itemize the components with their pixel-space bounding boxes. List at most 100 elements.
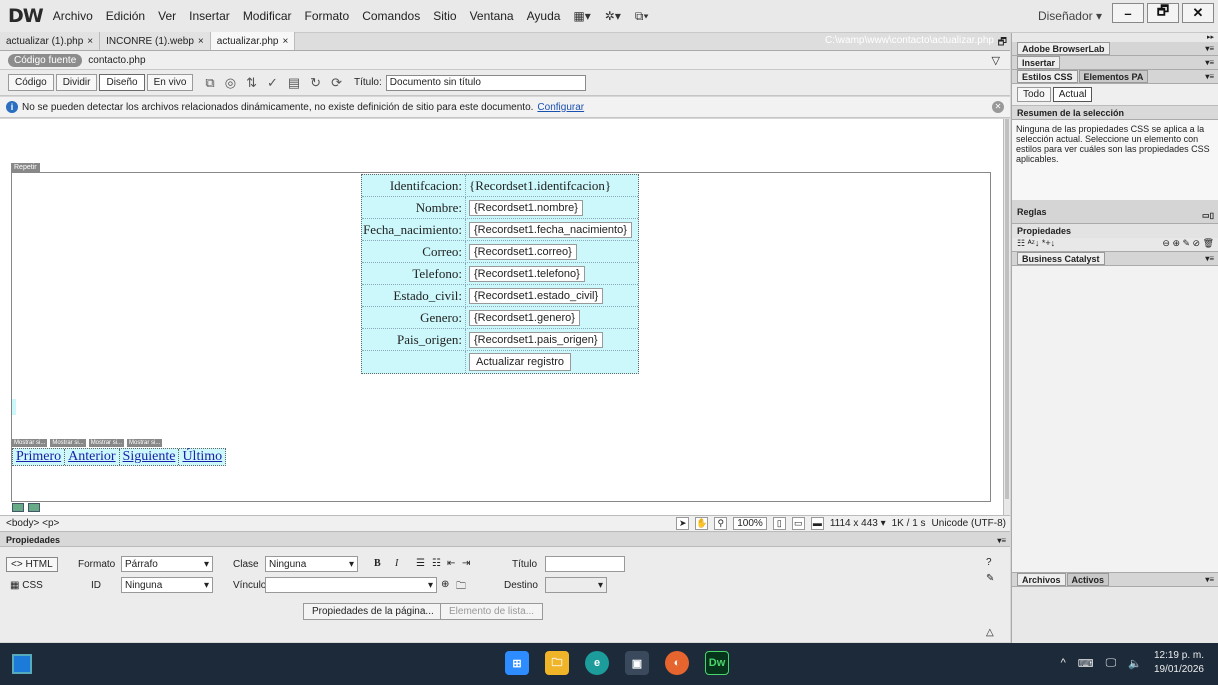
class-select[interactable]: Ninguna ▾ [265,556,358,572]
close-icon[interactable]: × [198,36,204,47]
file-explorer-icon[interactable]: 🗀 [545,651,569,675]
split-view-button[interactable]: Dividir [55,74,98,91]
point-to-file-icon[interactable]: ⊕ [441,579,449,590]
volume-icon[interactable]: 🔈 [1128,657,1142,670]
refresh-icon[interactable]: ⟳ [331,75,342,91]
menu-edicion[interactable]: Edición [106,9,145,23]
minimize-button[interactable]: – [1112,3,1144,23]
hand-tool-icon[interactable]: ✋ [695,517,709,530]
current-mode-button[interactable]: Actual [1052,87,1093,102]
close-icon[interactable]: × [87,36,93,47]
workspace-switcher[interactable]: Diseñador ▾ [1038,9,1102,23]
panel-menu-icon[interactable]: ▾≡ [1205,70,1214,84]
tab-css-styles[interactable]: Estilos CSS [1017,70,1078,83]
link-input[interactable]: ▾ [265,577,437,593]
code-view-button[interactable]: Código [8,74,54,91]
panel-menu-icon[interactable]: ▾≡ [1205,42,1214,56]
store-icon[interactable]: ▣ [625,651,649,675]
set-properties-icon[interactable]: *+↓ [1042,238,1055,248]
firefox-icon[interactable]: ◐ [665,651,689,675]
expand-icon[interactable]: △ [986,627,994,638]
tab-actualizar-1[interactable]: actualizar (1).php × [0,32,101,50]
file-management-icon[interactable]: ⇅ [246,75,257,91]
panel-menu-icon[interactable]: ▾≡ [1205,573,1214,587]
mobile-size-icon[interactable]: ▯ [772,517,786,530]
multiscreen-icon[interactable]: ⧉ [205,75,214,91]
live-view-button[interactable]: En vivo [146,74,194,91]
css-mode-button[interactable]: ▦ CSS [6,579,47,592]
menu-sitio[interactable]: Sitio [433,9,456,23]
correo-field[interactable]: {Recordset1.correo} [469,243,577,260]
tablet-size-icon[interactable]: ▭ [791,517,805,530]
list-item-button[interactable]: Elemento de lista... [440,603,544,620]
tab-actualizar[interactable]: actualizar.php × [210,32,296,50]
category-view-icon[interactable]: ☷ [1017,238,1025,248]
site-menu-icon[interactable]: ⧉▾ [635,9,649,24]
nombre-field[interactable]: {Recordset1.nombre} [469,199,583,216]
tag-selector[interactable]: <body> <p> [6,518,59,529]
tab-files[interactable]: Archivos [1017,573,1066,586]
panel-menu-icon[interactable]: ▾≡ [1205,56,1214,70]
tab-assets[interactable]: Activos [1066,573,1110,586]
italic-button[interactable]: I [395,558,398,569]
first-link[interactable]: Primero [13,449,66,465]
zoom-tool-icon[interactable]: ⚲ [714,517,728,530]
title-input[interactable]: Documento sin título [385,74,586,91]
collapse-icon[interactable]: ▸▸ [1012,33,1218,42]
design-scrollbar[interactable] [1004,119,1010,515]
zoom-select[interactable]: 100% [733,517,767,530]
format-select[interactable]: Párrafo ▾ [121,556,213,572]
desktop-size-icon[interactable]: ▬ [810,517,824,530]
estado-civil-field[interactable]: {Recordset1.estado_civil} [469,287,604,304]
layout-menu-icon[interactable]: ▦▾ [573,9,590,23]
telefono-field[interactable]: {Recordset1.telefono} [469,265,585,282]
business-catalyst-panel[interactable]: Business Catalyst ▾≡ [1012,252,1218,266]
design-view-button[interactable]: Diseño [99,74,145,91]
design-view[interactable]: Repetir Identifcacion: {Recordset1.ident… [0,119,1004,515]
menu-ayuda[interactable]: Ayuda [527,9,561,23]
update-record-button[interactable]: Actualizar registro [469,353,572,371]
tab-inconre[interactable]: INCONRE (1).webp × [100,32,211,50]
bold-button[interactable]: B [374,558,381,569]
panel-menu-icon[interactable]: ▾≡ [997,534,1006,548]
preview-browser-icon[interactable]: ◎ [225,75,236,91]
menu-ventana[interactable]: Ventana [470,9,514,23]
target-select[interactable]: ▾ [545,577,607,593]
panel-menu-icon[interactable]: ▾≡ [1205,252,1214,266]
chevron-up-icon[interactable]: ^ [1061,657,1066,669]
visual-aids-icon[interactable]: ▤ [288,75,300,91]
hidden-field-icon[interactable] [28,503,40,512]
start-icon[interactable]: ⊞ [505,651,529,675]
ordered-list-icon[interactable]: ☷ [432,558,441,569]
restore-button[interactable]: 🗗 [1147,3,1179,23]
menu-modificar[interactable]: Modificar [243,9,292,23]
window-size[interactable]: 1114 x 443 ▾ [830,518,886,529]
pais-origen-field[interactable]: {Recordset1.pais_origen} [469,331,603,348]
related-file-contacto[interactable]: contacto.php [88,55,145,66]
outdent-icon[interactable]: ⇤ [447,558,455,569]
help-icon[interactable]: ? [986,557,992,568]
browse-folder-icon[interactable]: 🗀 [456,579,466,596]
browserlab-panel[interactable]: Adobe BrowserLab ▾≡ [1012,42,1218,56]
refresh-design-icon[interactable]: ↻ [310,75,321,91]
css-actions-icons[interactable]: ⊖ ⊕ ✎ ⊘ 🗑 [1162,238,1214,249]
clock[interactable]: 12:19 p. m. 19/01/2026 [1154,649,1204,677]
keyboard-icon[interactable]: ⌨ [1078,657,1094,670]
restore-document-icon[interactable]: 🗗 [998,35,1007,52]
source-code-button[interactable]: Código fuente [8,53,83,67]
page-properties-button[interactable]: Propiedades de la página... [303,603,443,620]
html-mode-button[interactable]: <> HTML [6,557,58,572]
fecha-nacimiento-field[interactable]: {Recordset1.fecha_nacimiento} [469,221,632,238]
indent-icon[interactable]: ⇥ [462,558,470,569]
id-select[interactable]: Ninguna ▾ [121,577,213,593]
sort-az-icon[interactable]: ᴬᶻ↓ [1028,238,1040,248]
menu-insertar[interactable]: Insertar [189,9,230,23]
next-link[interactable]: Siguiente [120,449,180,465]
dreamweaver-app-icon[interactable]: Dw [705,651,729,675]
scroll-thumb[interactable] [1005,119,1009,499]
check-compatibility-icon[interactable]: ✓ [267,75,278,91]
tab-ap-elements[interactable]: Elementos PA [1078,70,1149,83]
configure-link[interactable]: Configurar [537,102,584,113]
menu-archivo[interactable]: Archivo [53,9,93,23]
filter-icon[interactable]: ▽ [992,54,1000,67]
